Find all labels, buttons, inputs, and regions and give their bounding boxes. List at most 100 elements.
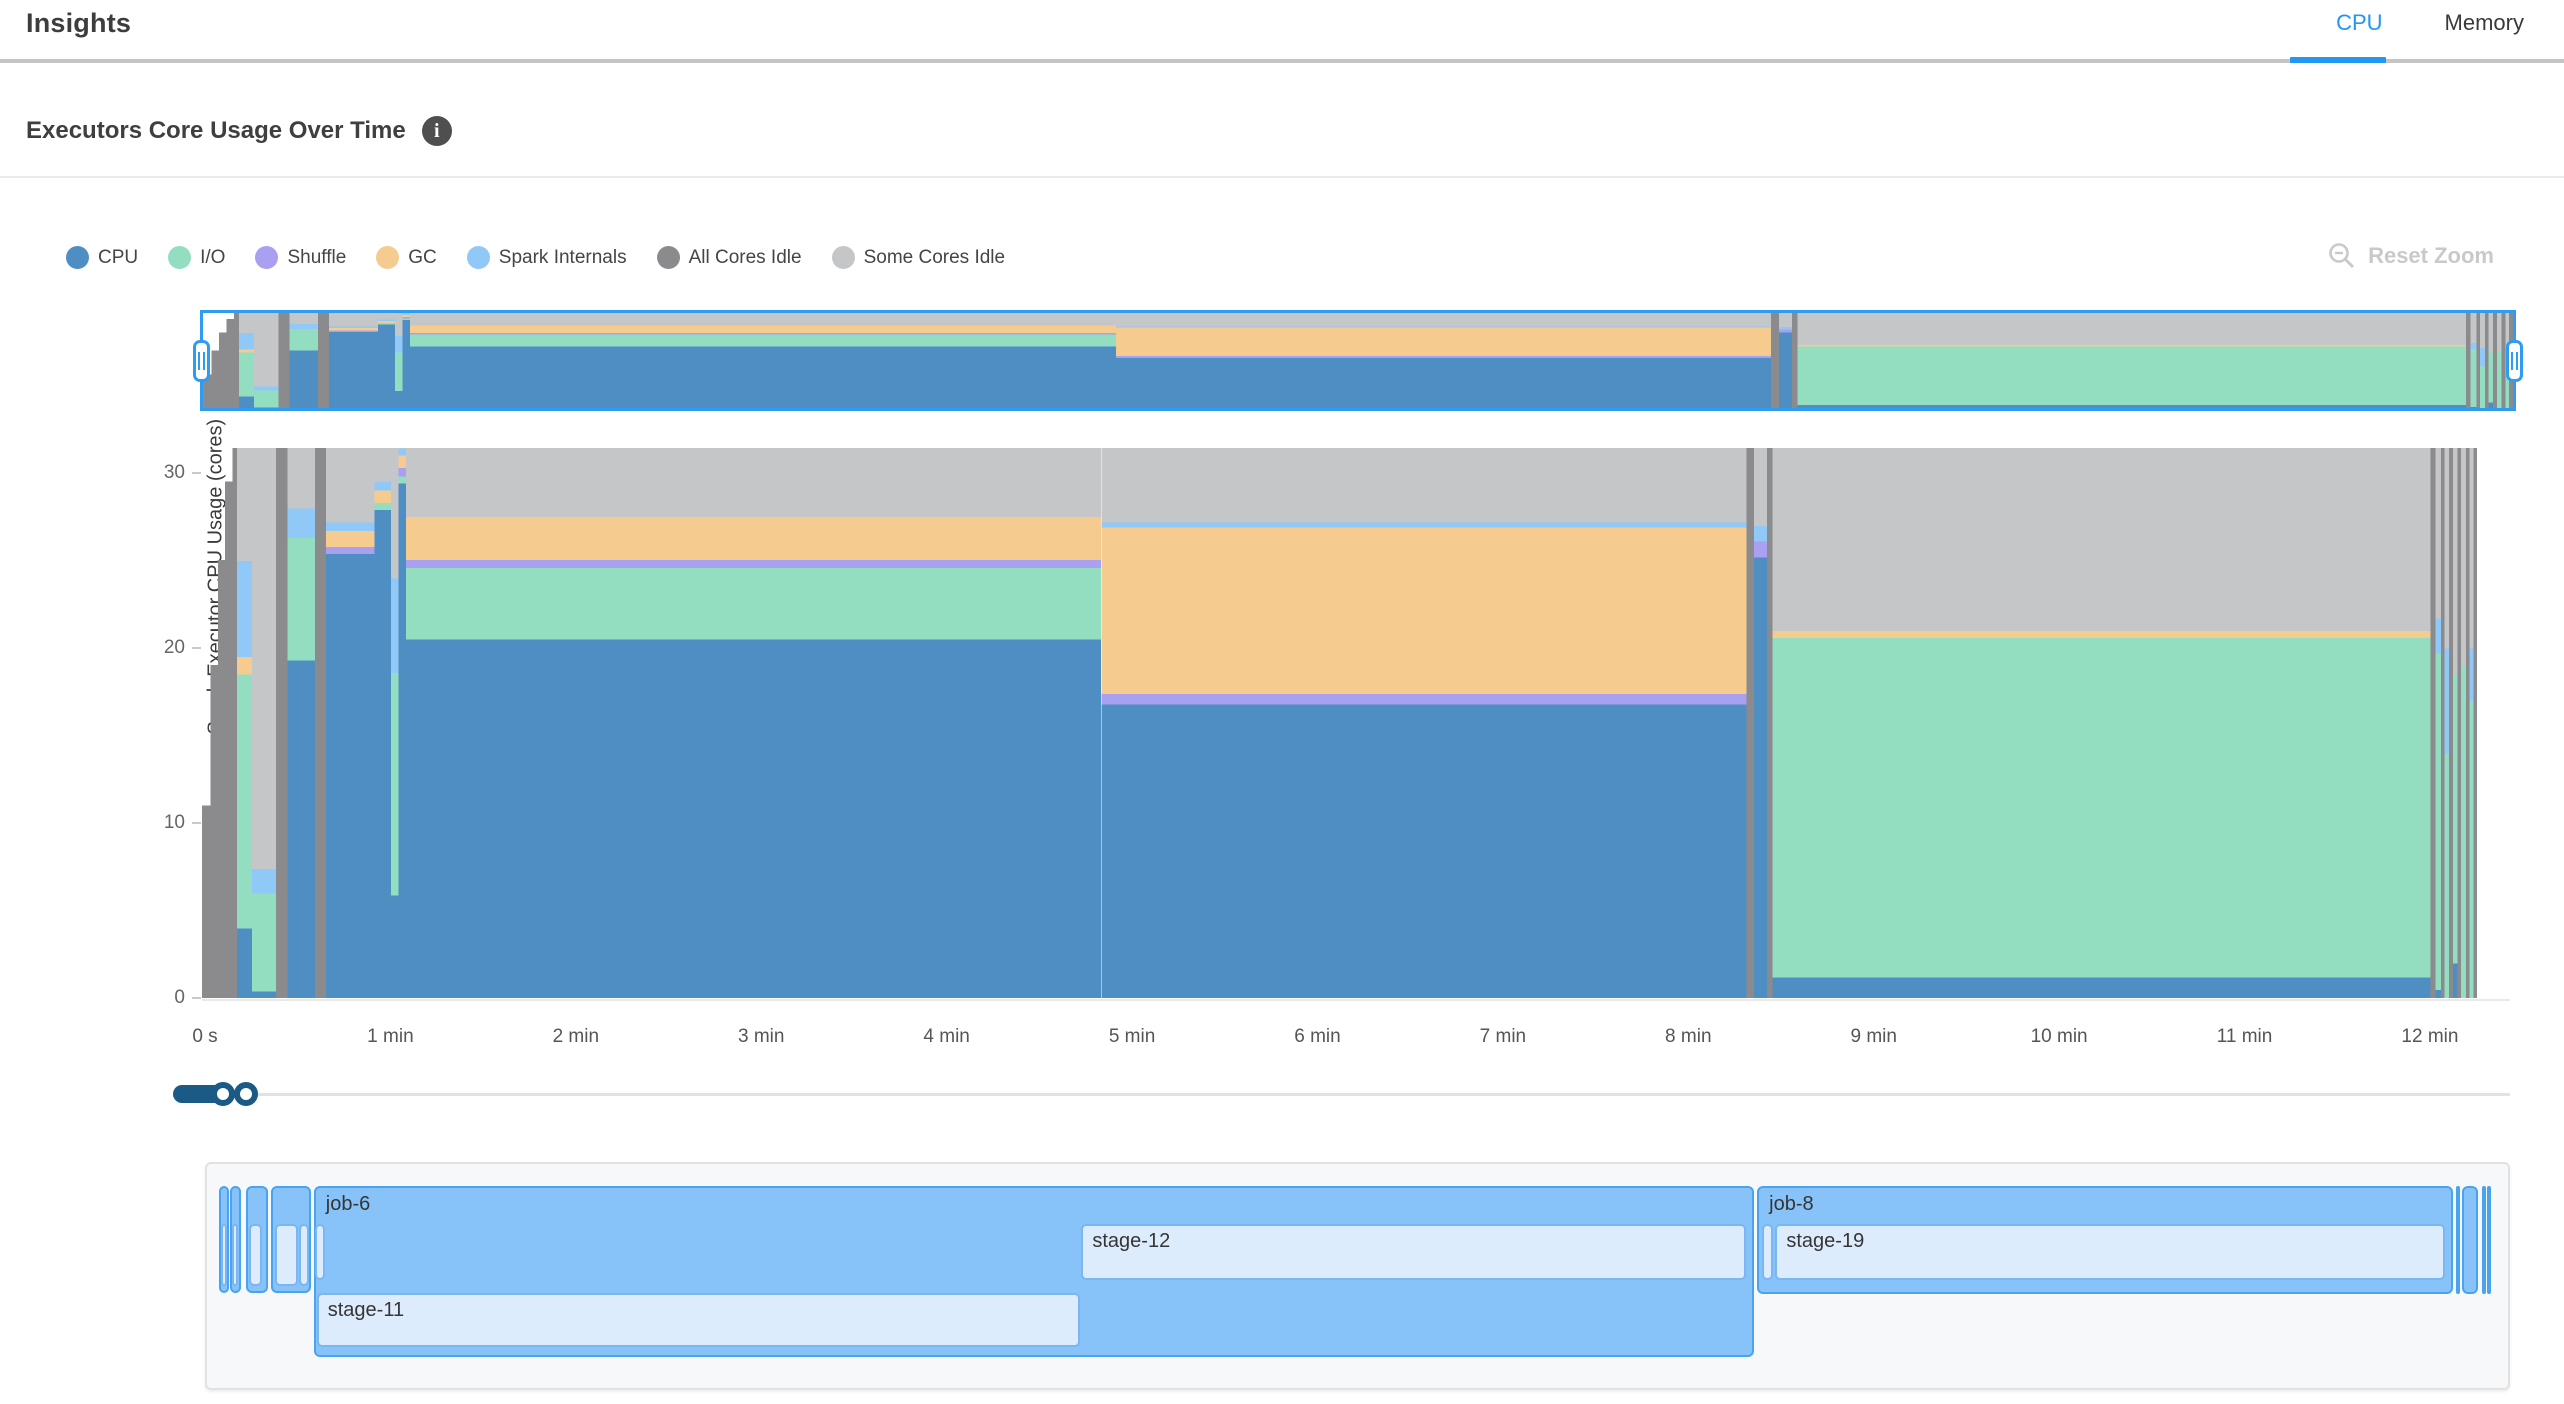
stage-block[interactable]: [221, 1224, 227, 1286]
chart-segment: [239, 313, 254, 333]
chart-segment: [290, 328, 318, 350]
stage-block-stage-11[interactable]: stage-11: [317, 1293, 1081, 1347]
x-axis-line: [202, 999, 2510, 1001]
tab-memory[interactable]: Memory: [2445, 10, 2524, 36]
chart-segment: [2470, 700, 2474, 998]
time-slider-handle-left[interactable]: [211, 1082, 235, 1106]
y-axis-label: 30: [125, 462, 185, 484]
chart-segment: [410, 346, 1116, 408]
info-icon[interactable]: i: [422, 116, 452, 146]
chart-segment: [1772, 630, 2430, 638]
y-axis-label: 10: [125, 812, 185, 834]
chart-segment: [406, 559, 1101, 568]
time-slider-handle-right[interactable]: [234, 1082, 258, 1106]
stage-block[interactable]: [232, 1224, 238, 1286]
chart-segment: [1779, 332, 1792, 408]
legend-item-gc[interactable]: GC: [376, 246, 437, 269]
x-axis-label: 2 min: [553, 1026, 599, 1048]
chart-segment: [218, 560, 225, 998]
job-stage-timeline: job-6stage-12stage-11job-8stage-19: [205, 1162, 2510, 1390]
chart-segment: [225, 481, 232, 998]
chart-segment: [399, 448, 406, 449]
chart-segment: [329, 313, 378, 326]
chart-segment: [395, 335, 403, 352]
legend-item-ai[interactable]: All Cores Idle: [657, 246, 802, 269]
navigator-right-handle[interactable]: [2506, 340, 2523, 382]
chart-segment: [1767, 448, 1773, 998]
chart-segment: [410, 334, 1116, 347]
legend-item-sh[interactable]: Shuffle: [255, 246, 346, 269]
stage-block[interactable]: [1762, 1224, 1773, 1280]
section-divider: [0, 176, 2564, 178]
legend-swatch-io: [168, 246, 191, 269]
legend-item-io[interactable]: I/O: [168, 246, 225, 269]
chart-segment: [326, 448, 374, 522]
navigator-chart[interactable]: [203, 313, 2513, 408]
y-axis-tick: [192, 997, 201, 999]
chart-segment: [227, 319, 235, 408]
job-block-stripe[interactable]: [2462, 1186, 2478, 1294]
chart-segment: [391, 448, 398, 578]
stage-block[interactable]: [315, 1224, 325, 1280]
chart-segment: [237, 448, 252, 561]
chart-segment: [2461, 665, 2466, 998]
chart-segment: [2489, 402, 2494, 408]
chart-segment: [239, 332, 254, 349]
job-block-stripe[interactable]: [2456, 1186, 2460, 1294]
stage-block[interactable]: [299, 1224, 309, 1286]
chart-segment: [395, 313, 403, 336]
x-axis-label: 7 min: [1480, 1026, 1526, 1048]
chart-segment: [374, 490, 391, 503]
chart-segment: [2453, 674, 2458, 964]
insights-page: Insights CPU Memory Executors Core Usage…: [0, 0, 2564, 1404]
chart-segment: [406, 448, 1101, 517]
navigator-left-handle[interactable]: [193, 340, 210, 382]
chart-segment: [237, 674, 252, 929]
legend-swatch-gc: [376, 246, 399, 269]
chart-segment: [2441, 448, 2445, 998]
chart-segment: [399, 467, 406, 476]
chart-segment: [1116, 327, 1771, 356]
x-axis-label: 11 min: [2217, 1026, 2273, 1048]
stage-block-stage-19[interactable]: stage-19: [1775, 1224, 2445, 1280]
navigator[interactable]: [200, 310, 2516, 411]
chart-segment: [1101, 527, 1746, 694]
job-block-stripe[interactable]: [2482, 1186, 2486, 1294]
chart-segment: [254, 390, 278, 408]
job-block-stripe[interactable]: [2487, 1186, 2491, 1294]
chart-segment: [410, 325, 1116, 333]
chart-segment: [254, 313, 278, 386]
legend-item-cpu[interactable]: CPU: [66, 246, 138, 269]
reset-zoom-button[interactable]: Reset Zoom: [2328, 242, 2494, 270]
chart-segment: [1101, 448, 1746, 522]
time-slider-track[interactable]: [240, 1093, 2510, 1096]
zoom-out-icon: [2328, 242, 2356, 270]
chart-segment: [1792, 313, 1798, 408]
chart-segment: [1754, 557, 1767, 998]
x-axis-label: 8 min: [1665, 1026, 1711, 1048]
stage-block[interactable]: [275, 1224, 298, 1286]
legend-item-rest[interactable]: Some Cores Idle: [832, 246, 1006, 269]
chart-segment: [237, 928, 252, 998]
chart-segment: [2445, 753, 2450, 998]
chart-segment: [2435, 448, 2441, 619]
chart-segment: [2502, 313, 2506, 408]
chart-segment: [406, 639, 1101, 998]
job-label: job-6: [326, 1193, 370, 1216]
chart-segment: [1101, 693, 1746, 704]
chart-segment: [1116, 357, 1771, 408]
stage-block-stage-12[interactable]: stage-12: [1081, 1224, 1746, 1280]
chart-segment: [2435, 653, 2441, 990]
chart-segment: [2480, 313, 2485, 348]
stage-block[interactable]: [249, 1224, 262, 1286]
chart-segment: [287, 537, 315, 660]
y-axis-tick: [192, 647, 201, 649]
chart-segment: [287, 660, 315, 998]
tab-cpu[interactable]: CPU: [2336, 10, 2382, 36]
y-axis-label: 20: [125, 637, 185, 659]
cpu-usage-chart[interactable]: [202, 448, 2477, 998]
chart-section-heading: Executors Core Usage Over Time i: [26, 116, 452, 146]
chart-segment: [406, 516, 1101, 560]
legend-item-si[interactable]: Spark Internals: [467, 246, 627, 269]
chart-segment: [2485, 313, 2489, 408]
